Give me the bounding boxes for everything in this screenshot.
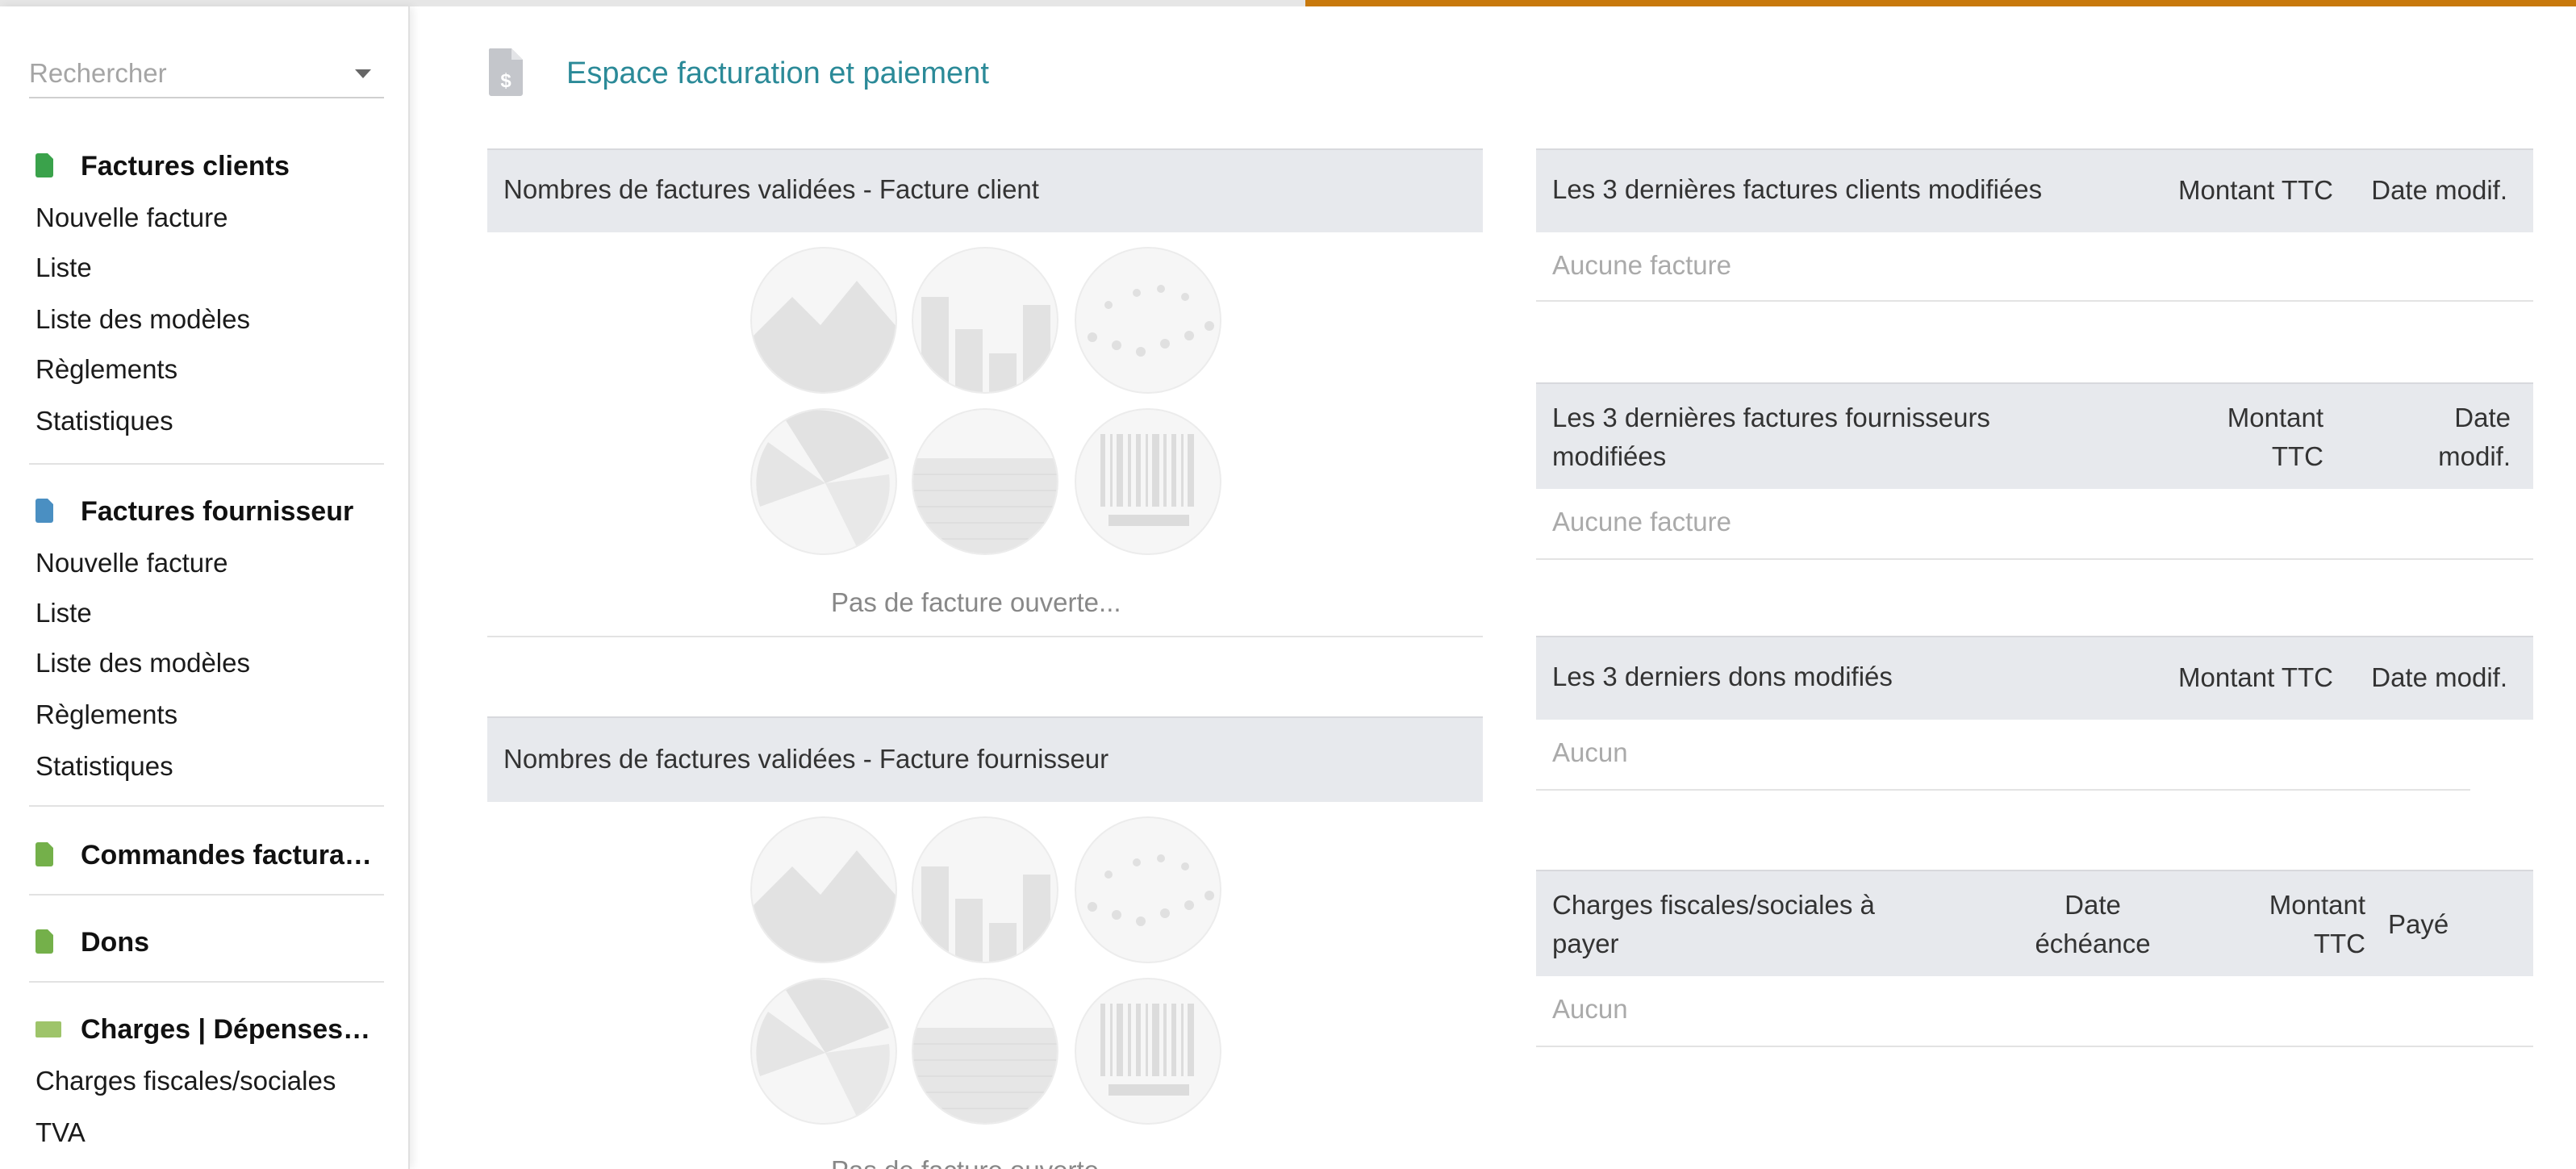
grid-chart-icon [912, 978, 1058, 1125]
column-header-amount: Montant TTC [2178, 662, 2333, 692]
column-header-line: Date [2454, 403, 2511, 432]
panel-title: Les 3 derniers dons modifiés [1552, 662, 1893, 691]
menu-link-nouvelle-facture[interactable]: Nouvelle facture [35, 544, 228, 582]
scatter-chart-icon [1075, 816, 1221, 963]
menu-title-label: Commandes factura… [81, 839, 372, 870]
grid-chart-icon [912, 408, 1058, 555]
money-icon [35, 1017, 61, 1042]
panel-title: Nombres de factures validées - Facture c… [503, 174, 1039, 204]
pie-chart-icon [750, 408, 897, 555]
column-header-line: Montant [2227, 403, 2323, 432]
search-input[interactable] [29, 52, 352, 95]
panel-title: Charges fiscales/sociales à payer [1552, 886, 1875, 963]
menu-dons[interactable]: Dons [35, 921, 149, 963]
supplier-invoice-icon [35, 499, 55, 524]
column-header-due-date: Date échéance [2012, 886, 2173, 963]
empty-list-message: Aucun [1552, 737, 1628, 767]
panel-title-line: Charges fiscales/sociales à [1552, 890, 1875, 920]
search-box[interactable] [29, 52, 384, 98]
divider [1536, 789, 2470, 791]
menu-link-charges-fiscales[interactable]: Charges fiscales/sociales [35, 1062, 336, 1100]
empty-list-message: Aucune facture [1552, 507, 1731, 536]
panel-header-client-chart: Nombres de factures validées - Facture c… [487, 148, 1483, 232]
menu-link-liste-modeles[interactable]: Liste des modèles [35, 644, 250, 683]
panel-title: Nombres de factures validées - Facture f… [503, 744, 1109, 774]
chevron-down-icon[interactable] [355, 69, 371, 78]
column-header-line: Date [2065, 890, 2121, 920]
sidebar: Factures clients Nouvelle facture Liste … [0, 6, 410, 1169]
divider [1536, 300, 2533, 302]
menu-link-statistiques[interactable]: Statistiques [35, 402, 173, 440]
divider [29, 894, 384, 896]
panel-header-last-dons: Les 3 derniers dons modifiés Montant TTC… [1536, 636, 2533, 720]
panel-title-line: Les 3 dernières factures fournisseurs [1552, 403, 1990, 432]
panel-title: Les 3 dernières factures fournisseurs mo… [1552, 399, 1990, 476]
column-header-line: TTC [2271, 441, 2323, 471]
menu-title-label: Factures fournisseur [81, 495, 354, 527]
column-header-paid: Payé [2388, 909, 2449, 939]
menu-link-reglements[interactable]: Règlements [35, 350, 177, 389]
panel-header-last-suppliers: Les 3 dernières factures fournisseurs mo… [1536, 382, 2533, 489]
panel-header-last-clients: Les 3 dernières factures clients modifié… [1536, 148, 2533, 232]
divider [29, 981, 384, 983]
menu-link-liste[interactable]: Liste [35, 594, 92, 633]
menu-link-liste-modeles[interactable]: Liste des modèles [35, 300, 250, 339]
column-header-line: TTC [2313, 929, 2365, 958]
area-chart-icon [750, 816, 897, 963]
menu-title-label: Charges | Dépenses… [81, 1013, 371, 1045]
divider [29, 463, 384, 465]
divider [1536, 558, 2533, 560]
column-header-date: Date modif. [2371, 175, 2507, 205]
column-header-date: Date modif. [2371, 662, 2507, 692]
page-title: Espace facturation et paiement [566, 56, 989, 90]
top-bar [0, 0, 2576, 6]
bar-chart-icon [912, 816, 1058, 963]
column-header-line: Montant [2269, 890, 2365, 920]
column-header-amount: Montant TTC [2178, 175, 2333, 205]
bill-icon: $ [488, 48, 523, 96]
panel-header-supplier-chart: Nombres de factures validées - Facture f… [487, 716, 1483, 802]
panel-header-charges: Charges fiscales/sociales à payer Date é… [1536, 870, 2533, 976]
empty-chart-message: Pas de facture ouverte... [831, 587, 1121, 617]
empty-chart-message: Pas de facture ouverte... [831, 1155, 1121, 1169]
top-accent-bar [1305, 0, 2576, 6]
panel-title-line: payer [1552, 929, 1619, 958]
menu-link-tva[interactable]: TVA [35, 1113, 86, 1152]
column-header-line: modif. [2438, 441, 2511, 471]
empty-list-message: Aucun [1552, 994, 1628, 1024]
divider [29, 805, 384, 807]
column-header-amount: Montant TTC [2230, 886, 2365, 963]
menu-commandes[interactable]: Commandes factura… [35, 834, 372, 876]
empty-list-message: Aucune facture [1552, 250, 1731, 280]
order-icon [35, 842, 55, 868]
barcode-icon [1075, 408, 1221, 555]
panel-title: Les 3 dernières factures clients modifié… [1552, 174, 2043, 204]
bar-chart-icon [912, 247, 1058, 394]
donation-icon [35, 929, 55, 955]
area-chart-icon [750, 247, 897, 394]
svg-text:$: $ [500, 70, 511, 92]
divider [487, 636, 1483, 637]
menu-factures-clients[interactable]: Factures clients [35, 145, 290, 187]
column-header-date: Date modif. [2372, 399, 2511, 476]
scatter-chart-icon [1075, 247, 1221, 394]
menu-link-reglements[interactable]: Règlements [35, 695, 177, 734]
invoice-icon [35, 153, 55, 179]
menu-title-label: Dons [81, 926, 149, 958]
menu-charges[interactable]: Charges | Dépenses… [35, 1008, 370, 1050]
menu-title-label: Factures clients [81, 150, 290, 182]
menu-factures-fournisseur[interactable]: Factures fournisseur [35, 491, 353, 532]
menu-link-nouvelle-facture[interactable]: Nouvelle facture [35, 198, 228, 237]
barcode-icon [1075, 978, 1221, 1125]
divider [1536, 1046, 2533, 1047]
column-header-amount: Montant TTC [2162, 399, 2323, 476]
panel-title-line: modifiées [1552, 441, 1667, 471]
column-header-line: échéance [2035, 929, 2151, 958]
pie-chart-icon [750, 978, 897, 1125]
menu-link-statistiques[interactable]: Statistiques [35, 747, 173, 786]
menu-link-liste[interactable]: Liste [35, 248, 92, 287]
